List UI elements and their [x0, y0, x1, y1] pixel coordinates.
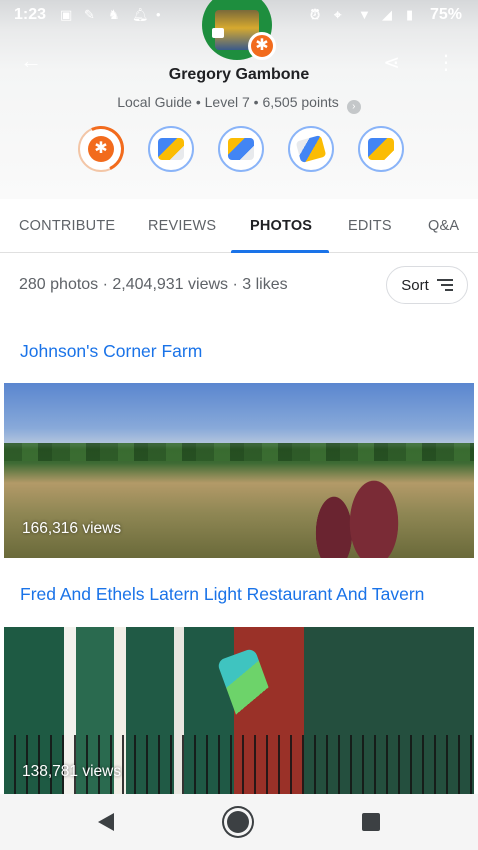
alarm-icon: ⏰︎	[309, 7, 321, 22]
photo-stats-summary: 280 photos · 2,404,931 views · 3 likes	[19, 276, 288, 293]
profile-subtitle: Local Guide • Level 7 • 6,505 points ›	[0, 94, 478, 114]
edit-icon	[295, 135, 327, 163]
location-icon: ⌖	[333, 7, 342, 22]
horse-icon: ♞	[108, 7, 120, 22]
place-title[interactable]: Johnson's Corner Farm	[20, 341, 202, 362]
photo-views: 138,781 views	[22, 763, 122, 780]
bell-icon: 🔔︎	[132, 7, 149, 22]
sort-button[interactable]: Sort	[386, 266, 468, 304]
photo-badge[interactable]	[218, 126, 264, 172]
pen-icon: ✎	[84, 7, 95, 22]
badge-row: ✱	[78, 126, 404, 172]
nav-recents-icon[interactable]	[362, 813, 380, 831]
place-photo[interactable]: 166,316 views	[4, 383, 474, 558]
review-badge[interactable]	[148, 126, 194, 172]
tab-reviews[interactable]: REVIEWS	[148, 199, 216, 253]
review-icon	[158, 138, 184, 160]
tab-contribute[interactable]: CONTRIBUTE	[19, 199, 115, 253]
sort-label: Sort	[401, 276, 429, 294]
battery-icon: ▮	[405, 7, 414, 22]
sort-icon	[436, 279, 453, 291]
photo-ribbon	[216, 647, 282, 737]
tab-bar: CONTRIBUTE REVIEWS PHOTOS EDITS Q&A	[0, 199, 478, 253]
info-icon[interactable]: ›	[346, 100, 361, 114]
active-tab-indicator	[231, 250, 329, 253]
tab-edits[interactable]: EDITS	[348, 199, 392, 253]
nav-home-icon[interactable]	[227, 811, 249, 833]
nav-back-icon[interactable]	[98, 813, 114, 831]
avatar[interactable]: ✱	[202, 0, 276, 60]
profile-level-points: Local Guide • Level 7 • 6,505 points	[117, 94, 339, 110]
tab-qa[interactable]: Q&A	[428, 199, 459, 253]
edit-badge[interactable]	[288, 126, 334, 172]
dot-icon: •	[156, 7, 161, 22]
star-badge[interactable]: ✱	[78, 126, 124, 172]
photo-stats-row: 280 photos · 2,404,931 views · 3 likes S…	[0, 266, 478, 306]
system-nav-bar	[0, 794, 478, 850]
avatar-chat-icon	[212, 28, 224, 38]
calendar-icon: ▣	[60, 7, 73, 22]
status-time: 1:23	[14, 6, 47, 23]
star-icon: ✱	[88, 136, 114, 162]
qa-icon	[368, 138, 394, 160]
photo-treeline	[4, 443, 474, 461]
signal-icon: ◢	[381, 7, 392, 22]
battery-percent: 75%	[429, 6, 462, 23]
tab-photos[interactable]: PHOTOS	[250, 199, 312, 253]
place-photo[interactable]: 138,781 views	[4, 627, 474, 795]
qa-badge[interactable]	[358, 126, 404, 172]
photo-icon	[228, 138, 254, 160]
wifi-icon: ▼	[357, 7, 371, 22]
photo-views: 166,316 views	[22, 520, 122, 537]
local-guide-star-icon: ✱	[248, 32, 276, 60]
place-title[interactable]: Fred And Ethels Latern Light Restaurant …	[20, 584, 424, 605]
profile-name: Gregory Gambone	[168, 66, 310, 83]
